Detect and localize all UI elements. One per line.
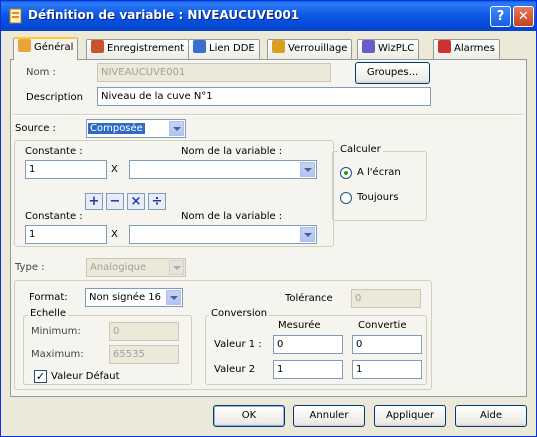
chevron-down-icon[interactable] <box>169 121 184 136</box>
chevron-down-icon[interactable] <box>300 162 315 177</box>
maximum-label: Maximum: <box>31 349 84 360</box>
lock-icon <box>272 40 285 53</box>
constante2-field[interactable]: 1 <box>25 225 107 244</box>
title-bar[interactable]: Définition de variable : NIVEAUCUVE001 ?… <box>1 1 536 31</box>
valeur2-mesuree-field[interactable]: 1 <box>273 360 343 379</box>
tab-verrouillage[interactable]: Verrouillage <box>267 39 353 59</box>
tab-label: Enregistrement <box>107 43 185 54</box>
appliquer-button[interactable]: Appliquer <box>374 405 446 427</box>
var2-select[interactable] <box>129 225 317 244</box>
plc-icon <box>362 40 375 53</box>
nom-label: Nom : <box>26 67 56 78</box>
chevron-down-icon <box>169 260 184 275</box>
var1-label: Nom de la variable : <box>181 146 283 157</box>
nom-field[interactable]: NIVEAUCUVE001 <box>97 63 331 82</box>
valeur2-label: Valeur 2 <box>214 364 256 375</box>
annuler-button[interactable]: Annuler <box>293 405 365 427</box>
description-label: Description <box>26 92 83 103</box>
calculer-toujours-label: Toujours <box>357 192 399 203</box>
valeur1-label: Valeur 1 : <box>214 339 262 350</box>
tab-lien-dde[interactable]: Lien DDE <box>188 39 260 59</box>
valeur-defaut-label: Valeur Défaut <box>51 371 120 382</box>
maximum-field[interactable]: 65535 <box>109 345 179 364</box>
alarm-icon <box>438 40 451 53</box>
constante1-label: Constante : <box>25 146 83 157</box>
format-label: Format: <box>29 292 68 303</box>
multiply-sign-1: X <box>111 164 118 175</box>
var2-label: Nom de la variable : <box>181 211 283 222</box>
valeur1-mesuree-field[interactable]: 0 <box>273 335 343 354</box>
tab-enregistrement[interactable]: Enregistrement <box>86 39 190 59</box>
tab-general[interactable]: Général <box>13 37 79 60</box>
mesuree-header: Mesurée <box>278 320 321 331</box>
window-title: Définition de variable : NIVEAUCUVE001 <box>28 8 300 22</box>
minimum-label: Minimum: <box>31 326 81 337</box>
ok-button[interactable]: OK <box>213 405 285 427</box>
tab-label: Lien DDE <box>209 43 255 54</box>
valeur1-convertie-field[interactable]: 0 <box>352 335 422 354</box>
multiply-sign-2: X <box>111 229 118 240</box>
type-select[interactable]: Analogique <box>86 258 186 277</box>
valeur2-convertie-field[interactable]: 1 <box>352 360 422 379</box>
app-icon <box>9 8 22 24</box>
aide-button[interactable]: Aide <box>455 405 527 427</box>
groupes-button[interactable]: Groupes... <box>355 62 430 84</box>
tolerance-field[interactable]: 0 <box>351 289 421 308</box>
format-select-value: Non signée 16 <box>89 292 161 303</box>
description-field[interactable]: Niveau de la cuve N°1 <box>97 87 431 106</box>
tab-wizplc[interactable]: WizPLC <box>357 39 420 59</box>
tolerance-label: Tolérance <box>285 293 333 304</box>
subtract-operator-button[interactable]: − <box>106 193 124 210</box>
calculer-ecran-radio[interactable] <box>340 167 352 179</box>
source-select-value: Composée <box>88 123 145 134</box>
multiply-operator-button[interactable]: × <box>127 193 145 210</box>
source-select[interactable]: Composée <box>86 119 186 138</box>
format-select[interactable]: Non signée 16 <box>85 288 183 307</box>
calculer-ecran-label: A l'écran <box>357 167 401 178</box>
type-select-value: Analogique <box>90 262 147 273</box>
record-icon <box>91 40 104 53</box>
tab-label: Alarmes <box>454 43 495 54</box>
calculer-group <box>332 151 427 221</box>
chevron-down-icon[interactable] <box>300 227 315 242</box>
tab-label: Verrouillage <box>288 43 348 54</box>
tab-label: WizPLC <box>378 43 415 54</box>
separator <box>14 114 523 116</box>
calculer-toujours-radio[interactable] <box>340 192 352 204</box>
page-icon <box>18 39 31 52</box>
type-label: Type : <box>15 262 45 273</box>
conversion-title: Conversion <box>209 308 270 319</box>
chevron-down-icon[interactable] <box>166 290 181 305</box>
calculer-title: Calculer <box>338 144 383 155</box>
link-icon <box>193 40 206 53</box>
convertie-header: Convertie <box>358 320 407 331</box>
source-label: Source : <box>15 123 56 134</box>
minimum-field[interactable]: 0 <box>109 322 179 341</box>
variable-definition-dialog: Définition de variable : NIVEAUCUVE001 ?… <box>0 0 537 437</box>
valeur-defaut-checkbox[interactable]: ✓ <box>34 370 47 383</box>
add-operator-button[interactable]: + <box>85 193 103 210</box>
constante2-label: Constante : <box>25 211 83 222</box>
tab-alarmes[interactable]: Alarmes <box>433 39 500 59</box>
close-button[interactable]: ✕ <box>513 6 534 27</box>
tab-label: Général <box>34 42 74 53</box>
help-button[interactable]: ? <box>490 6 511 27</box>
echelle-title: Echelle <box>28 308 69 319</box>
var1-select[interactable] <box>129 160 317 179</box>
divide-operator-button[interactable]: ÷ <box>148 193 166 210</box>
constante1-field[interactable]: 1 <box>25 160 107 179</box>
